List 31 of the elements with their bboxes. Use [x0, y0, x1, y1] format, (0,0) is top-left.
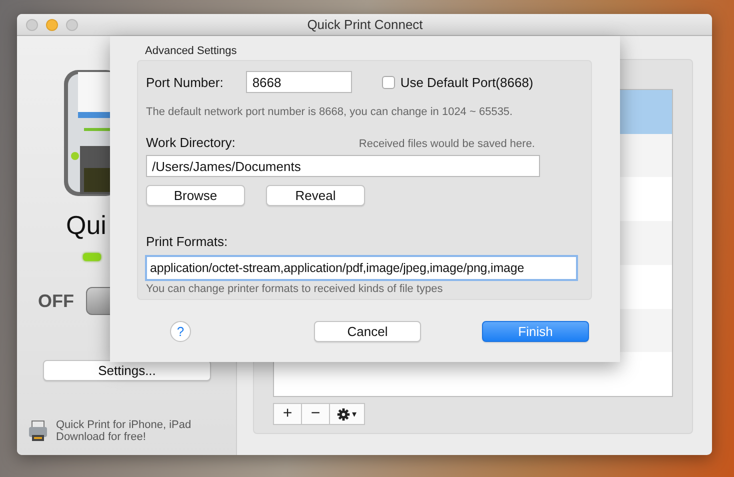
gear-icon [337, 408, 350, 420]
switch-label: OFF [38, 290, 74, 312]
hint-text: The default network port number is 8668, you can change in 1024 ~ 65535. [146, 106, 513, 118]
printer-icon [28, 420, 48, 442]
settings-button[interactable]: Settings... [43, 360, 211, 381]
zoom-icon[interactable] [66, 18, 78, 30]
hint-text: You can change printer formats to received kinds of file types [146, 283, 443, 295]
cancel-button[interactable]: Cancel [314, 321, 421, 342]
hint-text: Received files would be saved here. [358, 138, 535, 150]
add-button[interactable]: + [273, 403, 302, 425]
sheet-title: Advanced Settings [145, 45, 238, 57]
window-title: Quick Print Connect [306, 17, 424, 32]
status-light [83, 253, 101, 261]
field-label: Work Directory: [146, 135, 236, 150]
field-label: Print Formats: [146, 234, 228, 249]
checkbox-label[interactable]: Use Default Port(8668) [400, 74, 534, 90]
help-button[interactable]: ? [170, 321, 191, 342]
field-label: Port Number: [146, 74, 224, 90]
dialog-button[interactable]: Reveal [266, 185, 365, 206]
minimize-icon[interactable] [46, 18, 58, 30]
promo-text: Download for free! [56, 431, 147, 443]
promo-text: Quick Print for iPhone, iPad [56, 419, 192, 431]
app-name: Qui [66, 210, 108, 240]
dialog-button[interactable]: Browse [146, 185, 245, 206]
port-input[interactable]: 8668 [246, 71, 352, 93]
remove-button[interactable]: − [301, 403, 330, 425]
directory-input[interactable]: /Users/James/Documents [146, 155, 540, 177]
close-icon[interactable] [26, 18, 38, 30]
checkbox[interactable] [382, 76, 396, 88]
gear-menu-button[interactable]: ▾ [329, 403, 365, 425]
formats-input[interactable]: application/octet-stream,application/pdf,image/jpeg,image/png,image [145, 255, 578, 281]
